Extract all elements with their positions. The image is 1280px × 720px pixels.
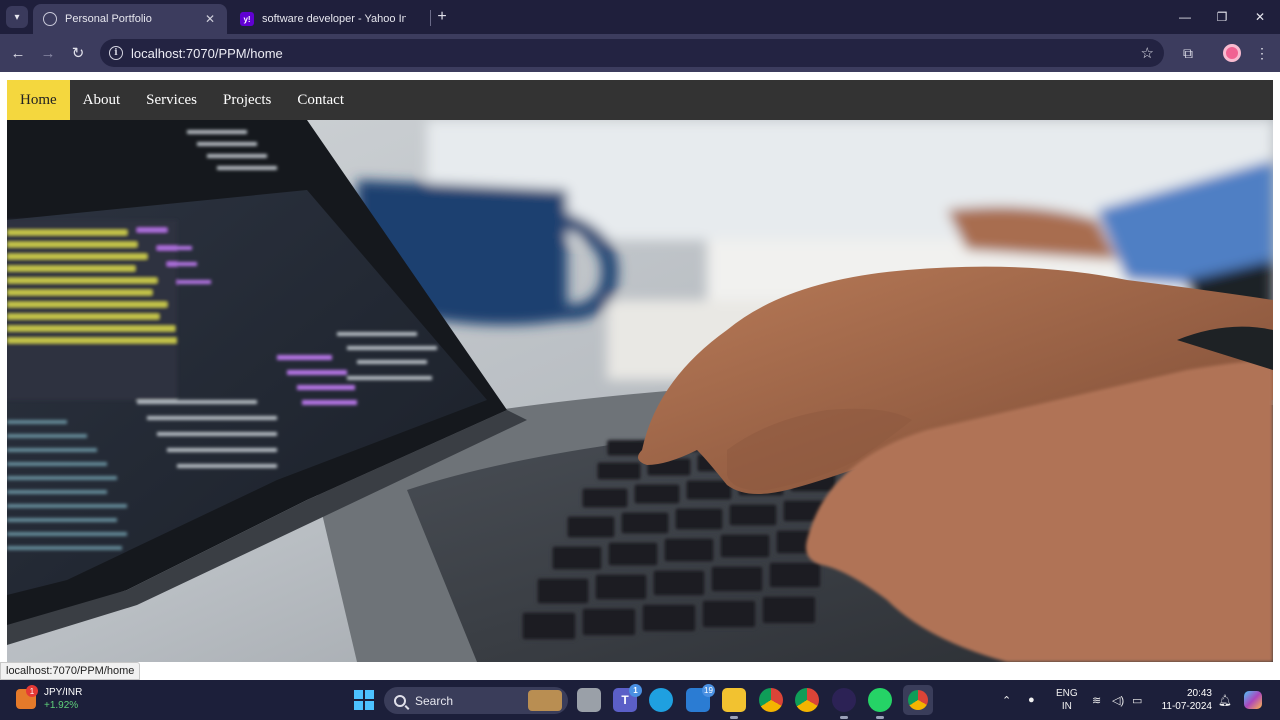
tab-title: Personal Portfolio (65, 13, 152, 25)
language-indicator[interactable]: ENG IN (1056, 680, 1078, 720)
hero-image (7, 120, 1273, 662)
maximize-button[interactable]: ❐ (1210, 6, 1234, 28)
profile-avatar[interactable] (1222, 43, 1242, 63)
notification-badge: 1 (26, 685, 38, 697)
mail-badge: 19 (702, 684, 715, 697)
nav-services[interactable]: Services (133, 80, 210, 120)
teams-badge: 1 (629, 684, 642, 697)
menu-kebab-icon[interactable]: ⋮ (1252, 43, 1272, 63)
tab-divider (430, 10, 431, 26)
chrome-profile-icon[interactable] (903, 685, 933, 715)
chrome-dev-icon[interactable] (795, 688, 819, 712)
show-hidden-icons[interactable]: ⌃ (1002, 680, 1011, 720)
nav-home[interactable]: Home (7, 80, 70, 120)
nav-about[interactable]: About (70, 80, 134, 120)
tab-yahoo-search[interactable]: y! software developer - Yahoo Ind ✕ (230, 4, 430, 34)
chrome-icon[interactable] (759, 688, 783, 712)
address-text[interactable]: localhost:7070/PPM/home (131, 46, 283, 61)
back-button[interactable]: ← (7, 42, 29, 64)
ticker-change: +1.92% (44, 700, 79, 711)
site-navbar: Home About Services Projects Contact (7, 80, 1273, 120)
start-icon[interactable] (352, 688, 376, 712)
windows-taskbar: 1 JPY/INR +1.92% Search T 1 19 ⌃ ● ENG I… (0, 680, 1280, 720)
globe-icon (43, 12, 57, 26)
search-highlight-image (528, 690, 562, 711)
stock-widget[interactable]: 1 JPY/INR +1.92% (16, 685, 83, 712)
eclipse-icon[interactable] (832, 688, 856, 719)
task-view-icon[interactable] (577, 688, 601, 712)
mail-icon[interactable]: 19 (686, 684, 715, 712)
notification-bell-icon[interactable]: 🔔︎ (1218, 680, 1232, 720)
ticker-symbol: JPY/INR (44, 687, 83, 698)
forward-button[interactable]: → (37, 42, 59, 64)
site-info-icon[interactable]: i (109, 46, 123, 60)
copilot-icon[interactable] (1244, 680, 1262, 720)
minimize-button[interactable]: — (1173, 6, 1197, 28)
region-code: IN (1061, 701, 1072, 712)
system-clock[interactable]: 20:43 11-07-2024 (1158, 687, 1212, 713)
language-code: ENG (1056, 688, 1078, 699)
extensions-icon[interactable]: ⧉ (1178, 43, 1198, 63)
clock-time: 20:43 (1186, 688, 1212, 699)
stock-chart-icon: 1 (16, 685, 38, 709)
new-tab-button[interactable]: + (433, 7, 451, 27)
meet-now-icon[interactable]: ● (1028, 680, 1035, 720)
taskbar-search[interactable]: Search (384, 687, 568, 714)
teams-icon[interactable]: T 1 (613, 684, 642, 712)
search-label: Search (415, 693, 454, 708)
browser-toolbar: ← → ↻ i localhost:7070/PPM/home ☆ ⧉ ⋮ (0, 34, 1280, 72)
nav-projects[interactable]: Projects (210, 80, 284, 120)
bookmark-star-icon[interactable]: ☆ (1141, 44, 1154, 62)
page-viewport: Home About Services Projects Contact loc… (0, 72, 1280, 680)
whatsapp-icon[interactable] (868, 688, 892, 719)
wifi-icon[interactable]: ≋ (1092, 680, 1101, 720)
yahoo-icon: y! (240, 12, 254, 26)
volume-icon[interactable]: ◁) (1112, 680, 1124, 720)
tab-search-button[interactable]: ▾ (6, 6, 28, 28)
clock-date: 11-07-2024 (1161, 701, 1212, 712)
tab-strip: ▾ Personal Portfolio ✕ y! software devel… (0, 0, 1280, 34)
close-tab-icon[interactable]: ✕ (203, 12, 217, 26)
nav-contact[interactable]: Contact (284, 80, 357, 120)
tab-personal-portfolio[interactable]: Personal Portfolio ✕ (33, 4, 227, 34)
close-window-button[interactable]: ✕ (1248, 6, 1272, 28)
edge-icon[interactable] (649, 688, 673, 712)
tab-title: software developer - Yahoo Ind (262, 13, 406, 25)
address-bar[interactable]: i localhost:7070/PPM/home ☆ (100, 39, 1164, 67)
file-explorer-icon[interactable] (722, 688, 746, 719)
battery-icon[interactable]: ▭ (1132, 680, 1142, 720)
reload-button[interactable]: ↻ (67, 42, 89, 64)
link-status-bubble: localhost:7070/PPM/home (0, 662, 141, 680)
search-icon (394, 694, 406, 707)
